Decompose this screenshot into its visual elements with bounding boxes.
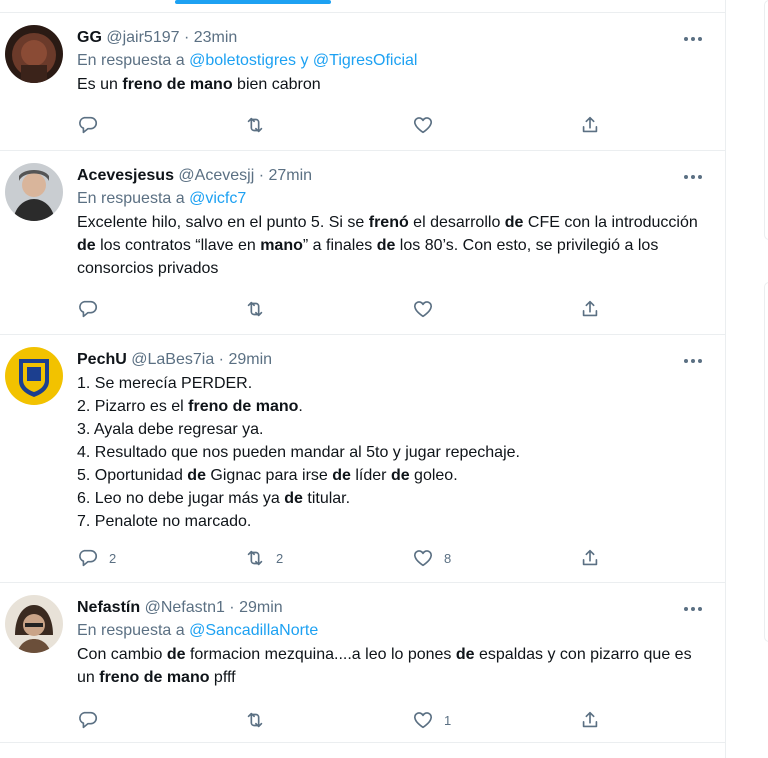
sidebar-card — [764, 0, 768, 240]
retweet-icon — [247, 301, 263, 317]
reply-to-link[interactable]: @vicfc7 — [189, 190, 246, 207]
author-name[interactable]: Acevesjesus — [77, 167, 174, 184]
retweet-button[interactable]: 2 — [244, 546, 283, 570]
author-handle[interactable]: @LaBes7ia — [131, 351, 214, 368]
avatar[interactable] — [5, 163, 63, 221]
tweet[interactable]: GG @jair5197 · 23min En respuesta a @bol… — [0, 13, 726, 151]
tweet[interactable]: PechU @LaBes7ia · 29min 1. Se merecía PE… — [0, 335, 726, 583]
reply-icon — [79, 300, 97, 318]
like-button[interactable] — [412, 297, 444, 321]
reply-icon — [79, 116, 97, 134]
reply-context: En respuesta a @boletostigres y @TigresO… — [77, 50, 706, 72]
share-button[interactable] — [579, 546, 601, 570]
like-button[interactable]: 1 — [412, 708, 451, 732]
separator-dot: · — [224, 599, 240, 616]
reply-button[interactable] — [77, 708, 109, 732]
reply-prefix: En respuesta a — [77, 190, 185, 207]
reply-icon — [79, 549, 97, 567]
reply-to-link[interactable]: @boletostigres y @TigresOficial — [189, 52, 417, 69]
like-icon — [413, 301, 433, 318]
like-button[interactable]: 8 — [412, 546, 451, 570]
share-icon — [582, 549, 598, 566]
tweet[interactable]: Acevesjesus @Acevesjj · 27min En respues… — [0, 151, 726, 335]
reply-context: En respuesta a @vicfc7 — [77, 188, 706, 210]
timestamp[interactable]: 23min — [194, 29, 238, 46]
author-name[interactable]: PechU — [77, 351, 127, 368]
retweet-button[interactable] — [244, 708, 276, 732]
separator-dot: · — [179, 29, 194, 46]
author-name[interactable]: GG — [77, 29, 102, 46]
tweet-text: Excelente hilo, salvo en el punto 5. Si … — [77, 214, 698, 277]
tweet[interactable]: Nefastín @Nefastn1 · 29min En respuesta … — [0, 583, 726, 743]
avatar[interactable] — [5, 25, 63, 83]
reply-count: 2 — [109, 550, 117, 566]
active-tab-indicator — [175, 0, 331, 4]
reply-icon — [79, 711, 97, 729]
reply-button[interactable] — [77, 113, 109, 137]
retweet-icon — [247, 117, 263, 133]
sidebar-card — [764, 282, 768, 642]
author-handle[interactable]: @Acevesjj — [178, 167, 254, 184]
more-icon[interactable] — [684, 173, 706, 181]
tweet-text: 1. Se merecía PERDER. 2. Pizarro es el fr… — [77, 375, 520, 530]
reply-prefix: En respuesta a — [77, 52, 185, 69]
share-button[interactable] — [579, 113, 601, 137]
separator-dot: · — [214, 351, 229, 368]
timeline: GG @jair5197 · 23min En respuesta a @bol… — [0, 0, 726, 758]
share-icon — [582, 711, 598, 728]
like-count: 1 — [444, 712, 452, 728]
avatar[interactable] — [5, 347, 63, 405]
right-sidebar — [742, 0, 768, 758]
more-icon[interactable] — [684, 357, 706, 365]
author-handle[interactable]: @jair5197 — [106, 29, 179, 46]
share-button[interactable] — [579, 708, 601, 732]
like-button[interactable] — [412, 113, 444, 137]
share-icon — [582, 300, 598, 317]
share-icon — [582, 116, 598, 133]
like-icon — [413, 712, 433, 729]
timestamp[interactable]: 27min — [268, 167, 312, 184]
share-button[interactable] — [579, 297, 601, 321]
reply-button[interactable] — [77, 297, 109, 321]
retweet-icon — [247, 712, 263, 728]
reply-to-link[interactable]: @SancadillaNorte — [189, 622, 318, 639]
timestamp[interactable]: 29min — [228, 351, 272, 368]
retweet-count: 2 — [276, 550, 284, 566]
like-count: 8 — [444, 550, 452, 566]
timestamp[interactable]: 29min — [239, 599, 283, 616]
retweet-button[interactable] — [244, 113, 276, 137]
author-handle[interactable]: @Nefastn1 — [145, 599, 225, 616]
reply-button[interactable]: 2 — [77, 546, 116, 570]
reply-context: En respuesta a @SancadillaNorte — [77, 620, 706, 642]
avatar[interactable] — [5, 595, 63, 653]
retweet-button[interactable] — [244, 297, 276, 321]
more-icon[interactable] — [684, 605, 706, 613]
tweet-text: Es un freno de mano bien cabron — [77, 76, 321, 93]
like-icon — [413, 550, 433, 567]
like-icon — [413, 117, 433, 134]
retweet-icon — [247, 550, 263, 566]
more-icon[interactable] — [684, 35, 706, 43]
author-name[interactable]: Nefastín — [77, 599, 140, 616]
tweet-text: Con cambio de formacion mezquina....a le… — [77, 646, 692, 686]
reply-prefix: En respuesta a — [77, 622, 185, 639]
separator-dot: · — [254, 167, 269, 184]
